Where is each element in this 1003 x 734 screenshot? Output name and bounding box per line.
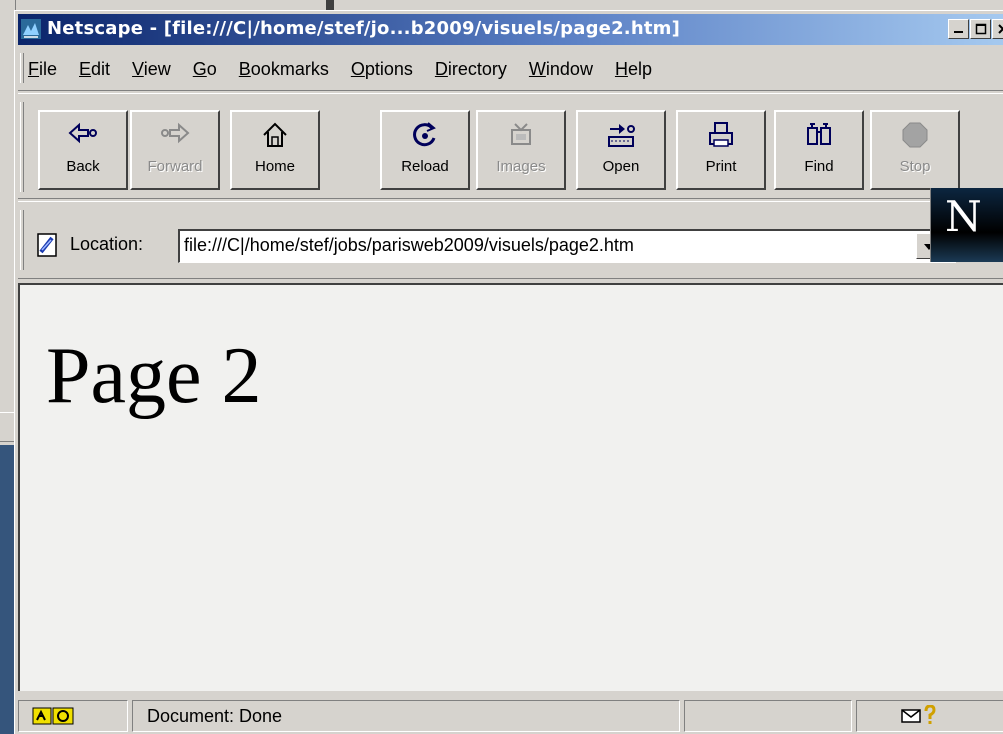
menu-item-help[interactable]: Help — [615, 59, 652, 80]
menu-bar: File Edit View Go Bookmarks Options Dire… — [18, 47, 1003, 91]
menu-item-directory[interactable]: Directory — [435, 59, 507, 80]
status-message: Document: Done — [132, 700, 680, 732]
back-button[interactable]: Back — [38, 110, 128, 190]
images-button[interactable]: Images — [476, 110, 566, 190]
background-window-notch — [326, 0, 334, 10]
menu-item-options[interactable]: Options — [351, 59, 413, 80]
stop-button[interactable]: Stop — [870, 110, 960, 190]
images-icon — [511, 123, 531, 145]
menu-item-bookmarks[interactable]: Bookmarks — [239, 59, 329, 80]
location-label: Location: — [70, 234, 144, 254]
menu-item-edit[interactable]: Edit — [79, 59, 110, 80]
security-lock-icon[interactable] — [31, 705, 77, 727]
open-button[interactable]: Open — [576, 110, 666, 190]
find-button[interactable]: Find — [774, 110, 864, 190]
forward-arrow-icon — [161, 122, 190, 144]
toolbar-grip[interactable] — [20, 102, 24, 192]
progress-area — [684, 700, 852, 732]
menu-item-view[interactable]: View — [132, 59, 171, 80]
maximize-icon — [975, 23, 986, 35]
location-bar: Location: file:///C|/home/stef/jobs/pari… — [18, 201, 1003, 279]
notification-area — [856, 700, 1003, 732]
page-heading: Page 2 — [46, 332, 262, 420]
stop-icon — [902, 122, 928, 148]
forward-button[interactable]: Forward — [130, 110, 220, 190]
page-content: Page 2 — [18, 283, 1003, 691]
menu-list: File Edit View Go Bookmarks Options Dire… — [28, 59, 674, 80]
reload-icon — [413, 122, 436, 147]
navigation-toolbar: Back Forward Home Reload Images Open Pri… — [18, 93, 1003, 199]
print-button[interactable]: Print — [676, 110, 766, 190]
home-icon — [263, 122, 287, 147]
title-bar[interactable]: Netscape - [file:///C|/home/stef/jo...b2… — [18, 14, 1003, 45]
close-button[interactable] — [992, 19, 1003, 39]
maximize-button[interactable] — [970, 19, 991, 39]
netscape-logo[interactable]: N — [930, 188, 1003, 262]
location-input[interactable]: file:///C|/home/stef/jobs/parisweb2009/v… — [178, 229, 956, 263]
menu-item-file[interactable]: File — [28, 59, 57, 80]
page-proxy-icon[interactable] — [36, 232, 60, 258]
reload-button[interactable]: Reload — [380, 110, 470, 190]
back-arrow-icon — [68, 122, 97, 144]
minimize-icon — [953, 31, 963, 33]
security-status-area — [18, 700, 128, 732]
minimize-button[interactable] — [948, 19, 969, 39]
mail-icon[interactable] — [901, 708, 923, 724]
open-icon — [608, 124, 635, 147]
printer-icon — [709, 122, 733, 147]
status-bar: Document: Done — [18, 697, 1003, 734]
window-title: Netscape - [file:///C|/home/stef/jo...b2… — [47, 18, 681, 39]
browser-window: Netscape - [file:///C|/home/stef/jo...b2… — [14, 10, 1003, 734]
netscape-app-icon[interactable] — [21, 19, 41, 39]
location-bar-grip[interactable] — [20, 210, 24, 270]
home-button[interactable]: Home — [230, 110, 320, 190]
close-icon — [997, 24, 1003, 34]
menu-item-go[interactable]: Go — [193, 59, 217, 80]
binoculars-icon — [807, 123, 831, 145]
menu-bar-grip[interactable] — [20, 53, 24, 83]
help-question-icon[interactable] — [923, 705, 937, 727]
background-window-strip — [14, 0, 1003, 10]
menu-item-window[interactable]: Window — [529, 59, 593, 80]
